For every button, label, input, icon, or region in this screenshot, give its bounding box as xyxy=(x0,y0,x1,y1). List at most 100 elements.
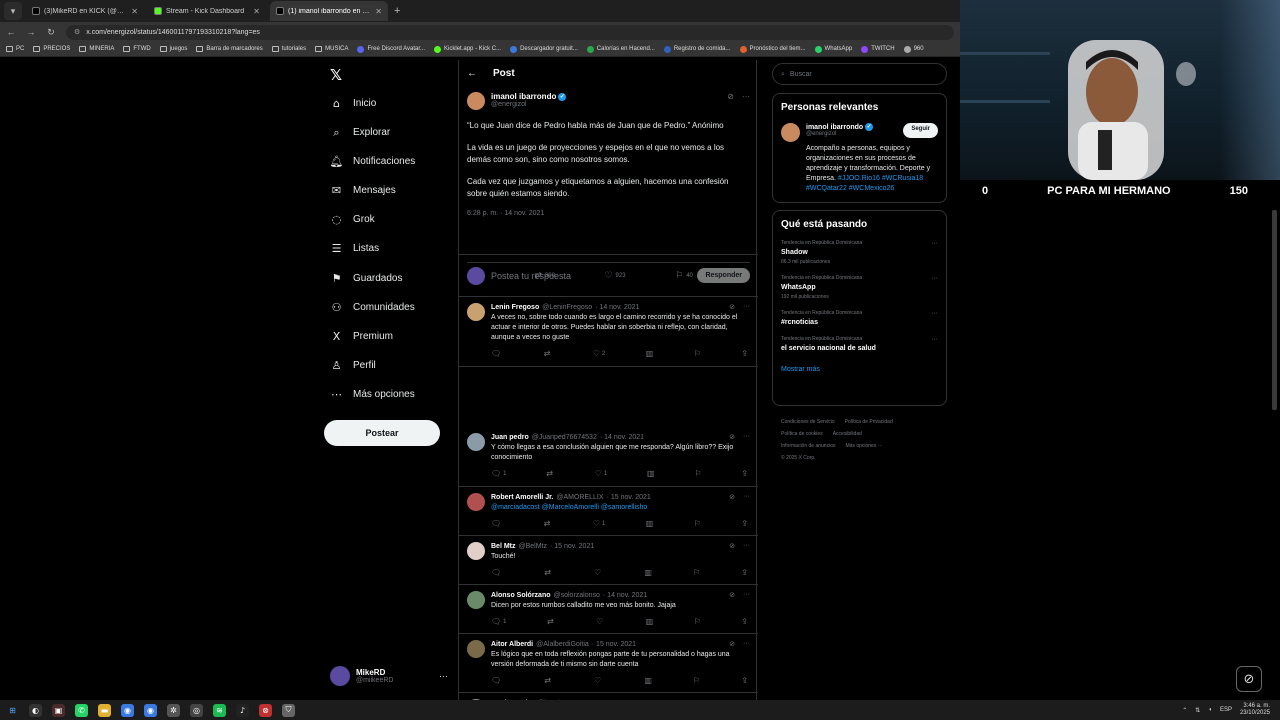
sidebar-item-premium[interactable]: X Premium xyxy=(330,330,393,343)
reply-author-name[interactable]: Robert Amorelli Jr. xyxy=(491,494,553,501)
grok-icon[interactable]: ⊘ xyxy=(729,542,735,550)
footer-link[interactable]: © 2025 X Corp. xyxy=(781,455,816,461)
reply-avatar[interactable] xyxy=(467,591,485,609)
bookmark-item[interactable]: tutoriales xyxy=(271,46,306,52)
reply-author-name[interactable]: Aitor Alberdi xyxy=(491,641,533,648)
back-icon[interactable]: ← xyxy=(6,27,16,37)
app-icon[interactable]: ▣ xyxy=(52,703,65,717)
footer-link[interactable]: Más opciones ··· xyxy=(845,443,882,449)
compose-icon[interactable]: ⊘ xyxy=(1236,666,1262,692)
grok-icon[interactable]: ⊘ xyxy=(729,303,735,311)
close-icon[interactable]: ✕ xyxy=(131,7,138,16)
reply-date[interactable]: · 15 nov. 2021 xyxy=(550,543,594,550)
follow-button[interactable]: Seguir xyxy=(903,123,938,138)
reply-author-handle[interactable]: @AMORELLIX xyxy=(556,494,603,501)
language-indicator[interactable]: ESP xyxy=(1220,707,1232,713)
sidebar-item-más-opciones[interactable]: ⋯ Más opciones xyxy=(330,388,415,401)
back-arrow-icon[interactable]: ← xyxy=(467,68,477,79)
reply-tweet[interactable]: Aitor Alberdi @AlalberdiGoitia · 15 nov. 2… xyxy=(459,634,758,693)
share-button[interactable]: ⇪ xyxy=(741,617,748,626)
reply-author-handle[interactable]: @solorzalonso xyxy=(554,592,600,599)
close-icon[interactable]: ✕ xyxy=(253,7,260,16)
sidebar-item-listas[interactable]: ☰ Listas xyxy=(330,242,380,255)
chrome-icon[interactable]: ◉ xyxy=(144,703,157,717)
spotify-icon[interactable]: ≋ xyxy=(213,703,226,717)
author-name[interactable]: imanol ibarrondo xyxy=(491,92,556,101)
show-more-link[interactable]: Mostrar más xyxy=(781,366,938,373)
repost-button[interactable]: ⇄ xyxy=(544,519,553,528)
more-icon[interactable]: ··· xyxy=(743,542,750,550)
bookmark-button[interactable]: ⚐ xyxy=(694,349,701,358)
views-button[interactable]: ▥ xyxy=(647,469,655,478)
reply-tweet[interactable]: Juan pedro @Juanped76674532 · 14 nov. 2021… xyxy=(459,427,758,487)
repost-button[interactable]: ⇄ xyxy=(544,676,553,685)
sidebar-item-grok[interactable]: ◌ Grok xyxy=(330,213,375,226)
repost-button[interactable]: ⇄ xyxy=(544,568,553,577)
views-button[interactable]: ▥ xyxy=(644,568,652,577)
more-icon[interactable]: ··· xyxy=(743,303,750,311)
bookmark-button[interactable]: ⚐ xyxy=(694,519,701,528)
trend-item[interactable]: Tendencia en República Dominicana WhatsAp… xyxy=(781,275,938,300)
relevant-avatar[interactable] xyxy=(781,123,800,142)
bookmark-item[interactable]: MUSICA xyxy=(315,46,348,52)
search-input[interactable]: ⌕ Buscar xyxy=(772,63,947,85)
reply-date[interactable]: · 15 nov. 2021 xyxy=(607,494,651,501)
more-icon[interactable]: ··· xyxy=(743,591,750,599)
reply-author-name[interactable]: Alonso Solórzano xyxy=(491,592,551,599)
forward-icon[interactable]: → xyxy=(26,27,36,37)
like-button[interactable]: ♡ 1 xyxy=(595,469,608,478)
reply-avatar[interactable] xyxy=(467,640,485,658)
reply-author-handle[interactable]: @Juanped76674532 xyxy=(532,434,597,441)
more-icon[interactable]: ··· xyxy=(931,240,938,247)
footer-link[interactable]: Condiciones de Servicio xyxy=(781,419,835,425)
more-icon[interactable]: ··· xyxy=(743,493,750,501)
author-handle[interactable]: @energizol xyxy=(491,101,566,108)
share-button[interactable]: ⇪ xyxy=(741,469,748,478)
reply-avatar[interactable] xyxy=(467,542,485,560)
sidebar-item-inicio[interactable]: ⌂ Inicio xyxy=(330,97,376,110)
site-info-icon[interactable]: ⚙ xyxy=(74,28,80,36)
bookmark-item[interactable]: Descargador gratuit... xyxy=(510,45,578,53)
url-field[interactable]: ⚙ x.com/energizol/status/146001179719331… xyxy=(66,24,954,40)
grok-icon[interactable]: ⊘ xyxy=(729,640,735,648)
bookmark-item[interactable]: Registro de comida... xyxy=(663,45,731,53)
bookmark-item[interactable]: PC xyxy=(6,46,24,52)
app-icon[interactable]: ✲ xyxy=(167,703,180,717)
browser-tab[interactable]: (1) imanol ibarrondo en X: "Lo ✕ xyxy=(270,1,388,21)
sidebar-item-perfil[interactable]: ♙ Perfil xyxy=(330,359,376,372)
app-icon[interactable]: ◎ xyxy=(190,703,203,717)
like-button[interactable]: ♡ 2 xyxy=(593,349,606,358)
views-button[interactable]: ▥ xyxy=(644,676,652,685)
reply-input[interactable]: Postea tu respuesta xyxy=(491,271,571,281)
reply-tweet[interactable]: Bel Mtz @BelMtz · 15 nov. 2021 ⊘ ··· Touché! 🗨… xyxy=(459,536,758,585)
clock[interactable]: 3:46 a. m. 23/10/2025 xyxy=(1240,703,1270,717)
reply-date[interactable]: · 15 nov. 2021 xyxy=(592,641,636,648)
relevant-name[interactable]: imanol ibarrondo xyxy=(806,124,863,131)
tab-list-button[interactable]: ▾ xyxy=(4,2,22,20)
like-button[interactable]: ♡ xyxy=(596,617,605,626)
whatsapp-icon[interactable]: ✆ xyxy=(75,703,88,717)
repost-button[interactable]: ⇄ xyxy=(547,617,556,626)
bookmark-item[interactable]: 960 xyxy=(903,45,924,53)
bookmark-item[interactable]: Kicklet.app - Kick C... xyxy=(434,45,501,53)
close-icon[interactable]: ✕ xyxy=(375,7,382,16)
reply-date[interactable]: · 14 nov. 2021 xyxy=(595,304,639,311)
bookmark-item[interactable]: Pronóstico del tiem... xyxy=(739,45,806,53)
reply-avatar[interactable] xyxy=(467,433,485,451)
reply-author-name[interactable]: Juan pedro xyxy=(491,434,529,441)
reply-avatar[interactable] xyxy=(467,493,485,511)
share-button[interactable]: ⇪ xyxy=(741,676,748,685)
reply-tweet[interactable]: Robert Amorelli Jr. @AMORELLIX · 15 nov. 2… xyxy=(459,487,758,536)
tray-chevron-icon[interactable]: ⌃ xyxy=(1182,707,1187,714)
reply-mentions[interactable]: @marciadacost @MarceloAmorelli @samorell… xyxy=(491,504,647,511)
grok-icon[interactable]: ⊘ xyxy=(729,433,735,441)
folder-icon[interactable]: ▬ xyxy=(98,703,111,717)
reply-author-name[interactable]: Bel Mtz xyxy=(491,543,516,550)
repost-button[interactable]: ⇄ xyxy=(544,349,553,358)
bookmark-item[interactable]: Calorías en Hacend... xyxy=(586,45,655,53)
bookmark-button[interactable]: ⚐ xyxy=(694,617,701,626)
reply-tweet[interactable]: Lenin Fregoso @LeninFregoso · 14 nov. 2021… xyxy=(459,297,758,367)
x-logo-icon[interactable]: 𝕏 xyxy=(330,66,342,84)
reply-button[interactable]: 🗨︎ xyxy=(491,676,503,685)
relevant-handle[interactable]: @energizol xyxy=(806,131,873,137)
